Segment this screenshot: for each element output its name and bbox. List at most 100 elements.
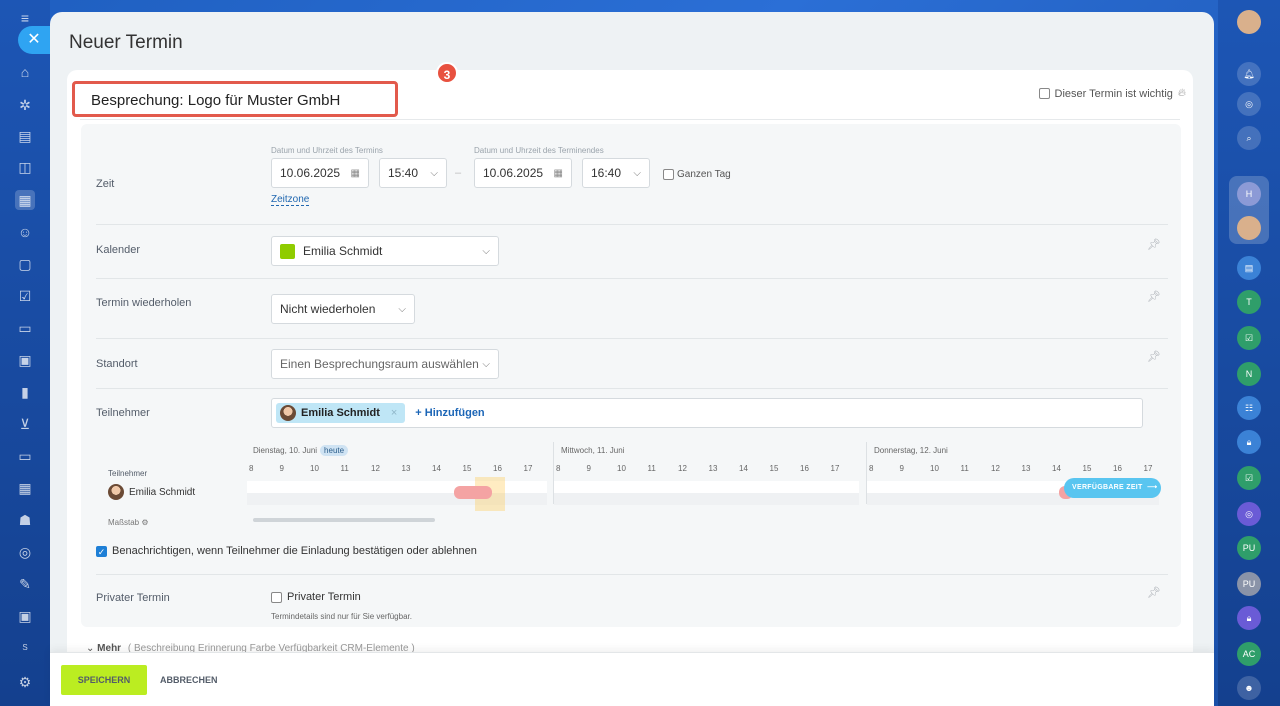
- contact-ac[interactable]: AC: [1237, 642, 1261, 666]
- notify-checkbox[interactable]: ✓: [96, 545, 107, 557]
- start-time-select[interactable]: 15:40 ⌵: [379, 158, 447, 188]
- tasks-icon[interactable]: ☑: [15, 286, 35, 306]
- participants-input[interactable]: Emilia Schmidt × + Hinzufügen: [271, 398, 1143, 428]
- hour-tick: 8: [556, 464, 561, 473]
- save-button[interactable]: SPEICHERN: [61, 665, 147, 695]
- private-checkbox-label: Privater Termin: [287, 591, 361, 603]
- hour-tick: 15: [1082, 464, 1092, 473]
- search-icon[interactable]: ⌕: [1237, 126, 1261, 150]
- contact-h[interactable]: H: [1237, 182, 1261, 206]
- private-checkbox[interactable]: [271, 591, 282, 603]
- right-sidebar: 🔔︎ ◎ ⌕ H ▤ T ☑ N ☷ 🔒︎ ☑ ◎ PU PU 🔒︎ AC ☻: [1218, 0, 1280, 706]
- available-time-label: VERFÜGBARE ZEIT: [1072, 484, 1143, 491]
- gear-icon[interactable]: ⚙: [141, 518, 148, 527]
- end-time-select[interactable]: 16:40 ⌵: [582, 158, 650, 188]
- calendar-icon: ▦: [350, 167, 360, 179]
- all-day-toggle[interactable]: Ganzen Tag: [663, 169, 731, 180]
- participant-chip[interactable]: Emilia Schmidt ×: [276, 403, 406, 423]
- day-label: Mittwoch, 11. Juni: [561, 446, 625, 455]
- presentation-icon[interactable]: ▣: [15, 350, 35, 370]
- pin-icon[interactable]: 📌︎: [1147, 238, 1161, 251]
- cart-icon[interactable]: ⊻: [15, 414, 35, 434]
- availability-timeline[interactable]: Dienstag, 10. Juni heute Mittwoch, 11. Ju…: [247, 442, 1161, 528]
- robot-icon[interactable]: ☗: [15, 510, 35, 530]
- calendar-select[interactable]: Emilia Schmidt ⌵: [271, 236, 499, 266]
- range-dash: –: [455, 167, 462, 179]
- subject-value: Besprechung: Logo für Muster GmbH: [91, 92, 341, 109]
- important-checkbox[interactable]: [1038, 88, 1050, 99]
- chevron-down-icon: ⌵: [482, 358, 490, 370]
- contact-avatar[interactable]: [1237, 216, 1261, 240]
- document-icon[interactable]: ▤: [15, 126, 35, 146]
- timeline-participants-label: Teilnehmer: [108, 469, 148, 478]
- calendar-icon[interactable]: ▦: [15, 190, 35, 210]
- home-icon[interactable]: ⌂: [15, 62, 35, 82]
- available-time-button[interactable]: VERFÜGBARE ZEIT ⟶: [1064, 478, 1161, 498]
- timeline-scrollbar[interactable]: [253, 518, 435, 522]
- start-date-input[interactable]: 10.06.2025 ▦: [271, 158, 369, 188]
- lock-icon[interactable]: 🔒︎: [1237, 430, 1261, 454]
- box-icon[interactable]: ▣: [15, 606, 35, 626]
- users-icon[interactable]: ☺: [15, 222, 35, 242]
- repeat-label: Termin wiederholen: [96, 297, 192, 309]
- repeat-select[interactable]: Nicht wiederholen ⌵: [271, 294, 415, 324]
- inbox-icon[interactable]: ▭: [15, 318, 35, 338]
- cancel-button[interactable]: ABBRECHEN: [160, 665, 218, 695]
- avatar: [108, 484, 124, 500]
- end-date-input[interactable]: 10.06.2025 ▦: [474, 158, 572, 188]
- all-day-checkbox[interactable]: [663, 169, 674, 180]
- divider: [96, 574, 1168, 575]
- hour-tick: 9: [899, 464, 904, 473]
- hour-tick: 14: [739, 464, 748, 473]
- group-icon[interactable]: ☷: [1237, 396, 1261, 420]
- file-icon[interactable]: ▢: [15, 254, 35, 274]
- hour-tick: 8: [869, 464, 874, 473]
- menu-icon[interactable]: ≡: [15, 8, 35, 28]
- lock-icon[interactable]: 🔒︎: [1237, 606, 1261, 630]
- contact-pu-2[interactable]: PU: [1237, 572, 1261, 596]
- activity-icon[interactable]: ◎: [1237, 92, 1261, 116]
- hour-tick: 9: [586, 464, 591, 473]
- card-icon[interactable]: ▭: [15, 446, 35, 466]
- contact-pu-1[interactable]: PU: [1237, 536, 1261, 560]
- bell-icon[interactable]: 🔔︎: [1237, 62, 1261, 86]
- chat-group-icon[interactable]: ▤: [1237, 256, 1261, 280]
- chat-icon[interactable]: ◫: [15, 157, 35, 177]
- user-badge[interactable]: S: [15, 638, 35, 658]
- add-participant-link[interactable]: + Hinzufügen: [415, 407, 484, 419]
- analytics-icon[interactable]: ▮: [15, 382, 35, 402]
- contact-n[interactable]: N: [1237, 362, 1261, 386]
- end-date-value: 10.06.2025: [483, 166, 544, 180]
- settings-icon[interactable]: ⚙: [15, 672, 35, 692]
- pin-icon[interactable]: 📌︎: [1147, 290, 1161, 303]
- pin-icon[interactable]: 📌︎: [1147, 586, 1161, 599]
- day-label-text: Dienstag, 10. Juni: [253, 446, 318, 455]
- location-select[interactable]: Einen Besprechungsraum auswählen ⌵: [271, 349, 499, 379]
- remove-icon[interactable]: ×: [391, 407, 397, 419]
- chevron-down-icon: ⌵: [398, 303, 406, 315]
- scale-text: Maßstab: [108, 518, 140, 527]
- timezone-link[interactable]: Zeitzone: [271, 194, 310, 206]
- contact-t[interactable]: T: [1237, 290, 1261, 314]
- hour-tick: 13: [1021, 464, 1031, 473]
- hour-tick: 10: [617, 464, 626, 473]
- private-toggle[interactable]: Privater Termin: [271, 591, 361, 603]
- subject-input[interactable]: Besprechung: Logo für Muster GmbH: [72, 81, 398, 117]
- target-icon[interactable]: ◎: [15, 542, 35, 562]
- checklist-icon[interactable]: ☑: [1237, 326, 1261, 350]
- calendar-check-icon[interactable]: ▦: [15, 478, 35, 498]
- location-label: Standort: [96, 358, 138, 370]
- kalender-label: Kalender: [96, 244, 141, 256]
- person-icon[interactable]: ☻: [1237, 676, 1261, 700]
- hour-tick: 17: [830, 464, 840, 473]
- task-icon[interactable]: ☑: [1237, 466, 1261, 490]
- user-avatar[interactable]: [1237, 10, 1261, 34]
- edit-icon[interactable]: ✎: [15, 574, 35, 594]
- target-icon[interactable]: ◎: [1237, 502, 1261, 526]
- important-toggle[interactable]: Dieser Termin ist wichtig 🔥︎: [1038, 87, 1186, 100]
- hour-tick: 15: [462, 464, 472, 473]
- notify-toggle[interactable]: ✓ Benachrichtigen, wenn Teilnehmer die E…: [96, 545, 477, 557]
- pin-icon[interactable]: 📌︎: [1147, 350, 1161, 363]
- puzzle-icon[interactable]: ✲: [15, 95, 35, 115]
- close-icon[interactable]: ✕: [18, 26, 50, 54]
